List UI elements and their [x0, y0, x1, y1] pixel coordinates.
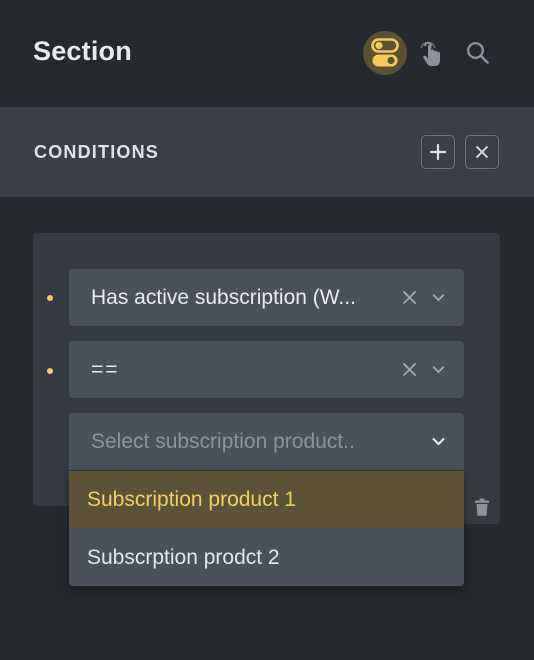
panel-title: Section — [33, 36, 132, 66]
trash-icon[interactable] — [474, 498, 490, 516]
search-button[interactable] — [456, 31, 500, 75]
add-condition-button[interactable] — [421, 135, 455, 169]
search-icon — [466, 41, 489, 64]
condition-operator-indicator — [47, 368, 53, 374]
conditions-title: CONDITIONS — [34, 142, 160, 162]
close-conditions-button[interactable] — [465, 135, 499, 169]
condition-key-indicator — [47, 295, 53, 301]
condition-operator-select[interactable]: == — [69, 341, 464, 398]
toggles-button[interactable] — [363, 31, 407, 75]
interactions-button[interactable] — [410, 31, 454, 75]
plus-icon — [430, 144, 446, 160]
subscription-product-placeholder: Select subscription product.. — [91, 430, 355, 453]
chevron-down-icon[interactable] — [432, 436, 445, 447]
hand-pointer-icon — [420, 41, 440, 66]
condition-operator-value: == — [91, 358, 120, 381]
condition-key-select[interactable]: Has active subscription (W... — [69, 269, 464, 326]
chevron-down-icon[interactable] — [432, 292, 445, 303]
section-header: Section — [0, 0, 534, 107]
clear-icon[interactable] — [402, 362, 417, 377]
toggles-icon — [371, 38, 399, 67]
dropdown-option-subscription-product-2[interactable]: Subscrption prodct 2 — [69, 529, 464, 586]
dropdown-option-subscription-product-1[interactable]: Subscription product 1 — [69, 471, 464, 528]
subscription-product-dropdown: Subscription product 1 Subscrption prodc… — [69, 471, 464, 586]
condition-key-value: Has active subscription (W... — [91, 286, 356, 309]
clear-icon[interactable] — [402, 290, 417, 305]
close-icon — [476, 146, 488, 158]
subscription-product-select[interactable]: Select subscription product.. — [69, 413, 464, 470]
chevron-down-icon[interactable] — [432, 364, 445, 375]
